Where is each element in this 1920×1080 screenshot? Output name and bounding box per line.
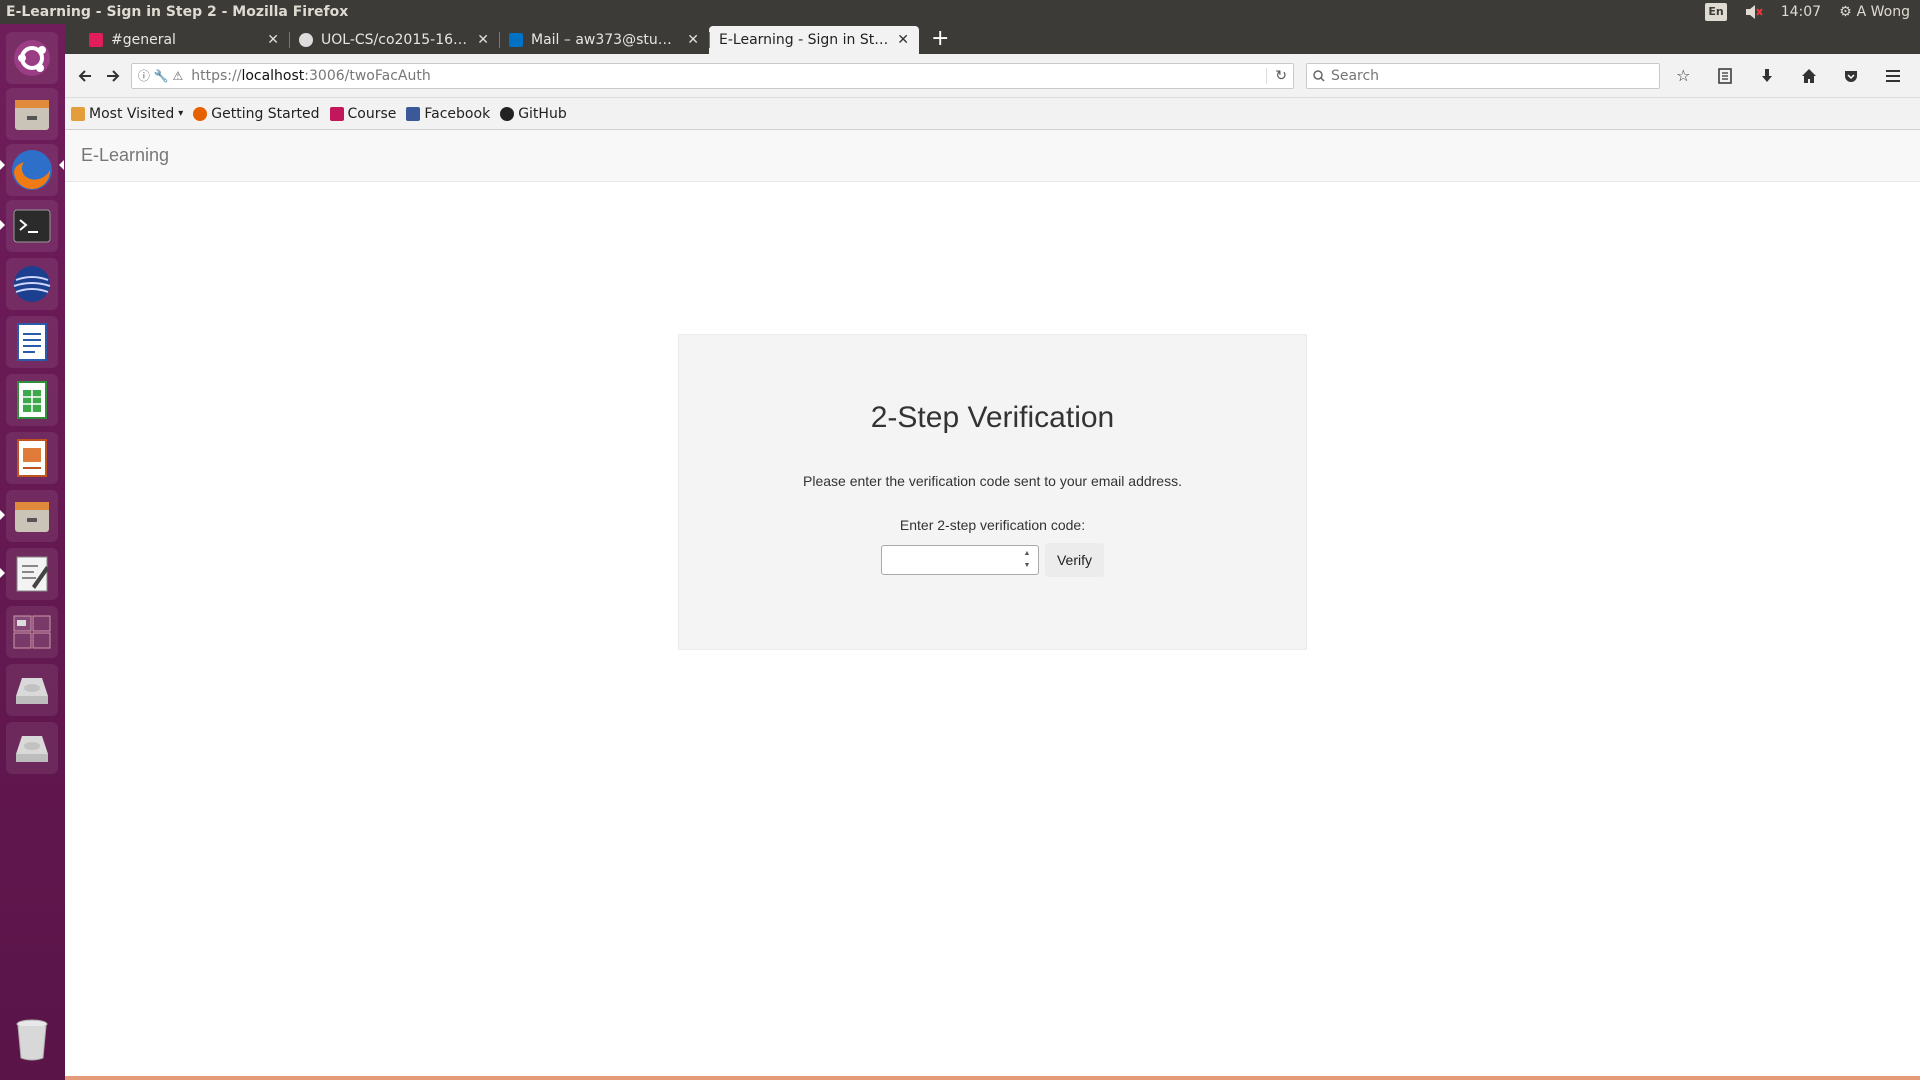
url-text: https://localhost:3006/twoFacAuth bbox=[191, 68, 1266, 84]
bookmark-label: Getting Started bbox=[211, 105, 320, 122]
search-bar[interactable] bbox=[1305, 62, 1661, 89]
close-icon[interactable]: ✕ bbox=[267, 32, 279, 48]
menu-icon[interactable] bbox=[1874, 62, 1912, 90]
pocket-icon[interactable] bbox=[1832, 62, 1870, 90]
search-input[interactable] bbox=[1330, 67, 1631, 84]
clock[interactable]: 14:07 bbox=[1781, 4, 1821, 20]
trash-icon[interactable] bbox=[6, 1014, 58, 1066]
drive-icon[interactable] bbox=[6, 664, 58, 716]
verification-card: 2-Step Verification Please enter the ver… bbox=[678, 334, 1307, 650]
bookmark-label: Course bbox=[347, 105, 397, 122]
bookmark-star-icon[interactable]: ☆ bbox=[1664, 62, 1702, 90]
code-label: Enter 2-step verification code: bbox=[899, 517, 1086, 533]
verification-message: Please enter the verification code sent … bbox=[803, 473, 1182, 489]
verify-button[interactable]: Verify bbox=[1044, 543, 1104, 577]
url-host: localhost bbox=[241, 67, 305, 84]
bookmark-label: Facebook bbox=[424, 105, 491, 122]
course-icon bbox=[329, 106, 344, 121]
workspace-switcher-icon[interactable] bbox=[6, 606, 58, 658]
folder-icon bbox=[71, 106, 85, 121]
firefox-icon[interactable] bbox=[6, 144, 58, 196]
terminal-icon[interactable] bbox=[6, 200, 58, 252]
tab-strip: #general ✕ UOL-CS/co2015-16-1... ✕ Mail … bbox=[65, 24, 1920, 54]
bookmark-getting-started[interactable]: Getting Started bbox=[193, 105, 320, 122]
github-icon bbox=[299, 33, 313, 47]
tab-label: UOL-CS/co2015-16-1... bbox=[321, 32, 470, 48]
page-title: 2-Step Verification bbox=[870, 401, 1115, 434]
tab-label: E-Learning - Sign in Ste... bbox=[719, 32, 890, 48]
close-icon[interactable]: ✕ bbox=[687, 32, 699, 48]
bookmark-most-visited[interactable]: Most Visited ▾ bbox=[71, 106, 183, 122]
writer-icon[interactable] bbox=[6, 316, 58, 368]
window-title: E-Learning - Sign in Step 2 - Mozilla Fi… bbox=[6, 4, 349, 20]
page-bottom-border bbox=[65, 1076, 1920, 1080]
code-input-wrapper: ▲ ▼ bbox=[880, 545, 1039, 575]
bookmarks-toolbar: Most Visited ▾ Getting Started Course Fa… bbox=[65, 98, 1920, 130]
facebook-icon bbox=[406, 106, 421, 121]
tab-mail[interactable]: Mail – aw373@stud... ✕ bbox=[499, 26, 709, 54]
reload-icon[interactable]: ↻ bbox=[1266, 67, 1287, 84]
browser-window: #general ✕ UOL-CS/co2015-16-1... ✕ Mail … bbox=[65, 24, 1920, 1080]
bookmark-label: GitHub bbox=[518, 105, 567, 122]
search-icon bbox=[1313, 69, 1325, 82]
globe-app-icon[interactable] bbox=[6, 258, 58, 310]
app-navbar: E-Learning bbox=[65, 130, 1920, 182]
github-icon bbox=[500, 106, 515, 121]
drive-2-icon[interactable] bbox=[6, 722, 58, 774]
outlook-icon bbox=[509, 33, 523, 47]
tab-elearning[interactable]: E-Learning - Sign in Ste... ✕ bbox=[709, 26, 919, 54]
calc-icon[interactable] bbox=[6, 374, 58, 426]
number-spinner[interactable]: ▲ ▼ bbox=[1022, 549, 1032, 571]
brand-link[interactable]: E-Learning bbox=[81, 145, 169, 166]
gear-icon: ⚙ bbox=[1839, 4, 1852, 20]
home-icon[interactable] bbox=[1790, 62, 1828, 90]
launcher bbox=[0, 24, 65, 1080]
tab-label: #general bbox=[111, 32, 176, 48]
user-menu[interactable]: ⚙ A Wong bbox=[1839, 4, 1910, 20]
url-path: :3006/twoFacAuth bbox=[304, 67, 431, 84]
forward-button[interactable] bbox=[101, 62, 125, 90]
file-manager-icon[interactable] bbox=[6, 88, 58, 140]
impress-icon[interactable] bbox=[6, 432, 58, 484]
site-info-icon[interactable]: ⓘ 🔧 ⚠ bbox=[138, 67, 183, 84]
text-editor-icon[interactable] bbox=[6, 548, 58, 600]
bookmark-course[interactable]: Course bbox=[329, 105, 397, 122]
navigation-toolbar: ⓘ 🔧 ⚠ https://localhost:3006/twoFacAuth … bbox=[65, 54, 1920, 98]
slack-icon bbox=[89, 33, 103, 47]
tab-github-repo[interactable]: UOL-CS/co2015-16-1... ✕ bbox=[289, 26, 499, 54]
url-bar[interactable]: ⓘ 🔧 ⚠ https://localhost:3006/twoFacAuth … bbox=[130, 62, 1294, 89]
bookmark-github[interactable]: GitHub bbox=[500, 106, 567, 122]
close-icon[interactable]: ✕ bbox=[477, 32, 489, 48]
reading-list-icon[interactable] bbox=[1706, 62, 1744, 90]
system-top-bar: E-Learning - Sign in Step 2 - Mozilla Fi… bbox=[0, 0, 1920, 24]
bookmark-label: Most Visited bbox=[89, 105, 175, 122]
forward-arrow-icon bbox=[106, 69, 120, 82]
verification-code-input[interactable] bbox=[894, 546, 1025, 574]
tab-label: Mail – aw373@stud... bbox=[531, 32, 680, 48]
verification-form: ▲ ▼ Verify bbox=[679, 543, 1306, 577]
page-content: E-Learning 2-Step Verification Please en… bbox=[65, 130, 1920, 1080]
firefox-icon bbox=[193, 106, 208, 121]
url-scheme: https:// bbox=[191, 67, 242, 84]
back-arrow-icon bbox=[78, 69, 91, 82]
new-tab-button[interactable]: + bbox=[919, 26, 961, 54]
download-icon[interactable] bbox=[1748, 62, 1786, 90]
chevron-down-icon: ▾ bbox=[178, 108, 184, 119]
volume-muted-icon[interactable] bbox=[1745, 4, 1763, 20]
tab-general[interactable]: #general ✕ bbox=[79, 26, 289, 54]
file-manager-2-icon[interactable] bbox=[6, 490, 58, 542]
spin-up-icon[interactable]: ▲ bbox=[1022, 549, 1032, 559]
user-name: A Wong bbox=[1856, 4, 1910, 20]
bookmark-facebook[interactable]: Facebook bbox=[406, 106, 490, 122]
keyboard-layout-indicator[interactable]: En bbox=[1705, 3, 1727, 21]
back-button[interactable] bbox=[73, 62, 97, 90]
close-icon[interactable]: ✕ bbox=[897, 32, 909, 48]
spin-down-icon[interactable]: ▼ bbox=[1022, 561, 1032, 571]
ubuntu-dash-icon[interactable] bbox=[6, 32, 58, 84]
